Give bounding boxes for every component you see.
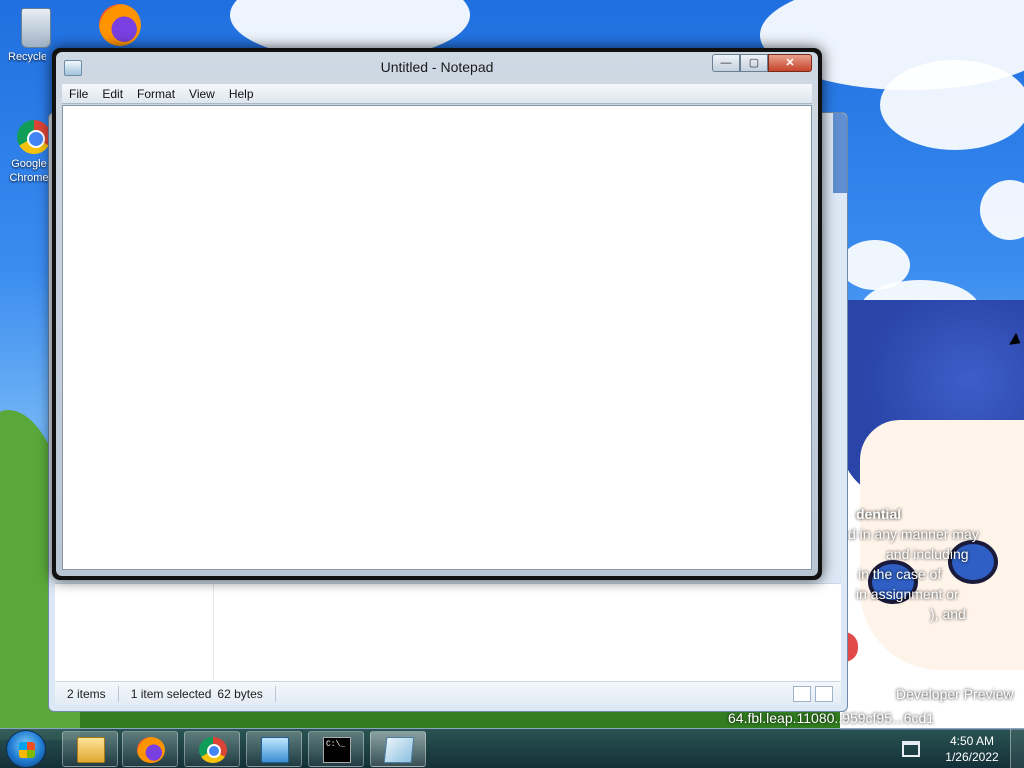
window-title: Untitled - Notepad <box>380 59 494 75</box>
clock-time: 4:50 AM <box>949 734 995 748</box>
menu-help[interactable]: Help <box>222 84 261 104</box>
taskbar-notepad-button[interactable] <box>370 731 426 767</box>
text-editor-area[interactable] <box>62 105 812 570</box>
menu-file[interactable]: File <box>62 84 95 104</box>
chrome-icon <box>17 120 51 154</box>
notepad-icon <box>383 737 415 763</box>
status-selection: 1 item selected <box>130 686 212 701</box>
wallpaper-text-line: Developer Preview <box>896 686 1014 702</box>
taskbar-firefox-button[interactable] <box>122 731 178 767</box>
menu-bar: File Edit Format View Help <box>62 84 812 104</box>
details-view-icon[interactable] <box>793 686 811 702</box>
maximize-button[interactable]: ▢ <box>740 54 768 72</box>
folder-icon <box>77 737 105 763</box>
recycle-bin-icon <box>21 8 51 48</box>
status-item-count: 2 items <box>55 685 119 702</box>
firefox-icon <box>99 4 141 46</box>
taskbar-cmd-button[interactable]: C:\_ <box>308 731 364 767</box>
clock[interactable]: 4:50 AM 1/26/2022 <box>934 733 1010 765</box>
show-desktop-button[interactable] <box>1010 729 1024 768</box>
close-button[interactable]: ✕ <box>768 54 812 72</box>
taskbar-chrome-button[interactable] <box>184 731 240 767</box>
taskbar-explorer-button[interactable] <box>62 731 118 767</box>
desktop-icon-label: Google Chrome <box>9 158 49 184</box>
wallpaper-text-line: ), and <box>930 606 966 622</box>
notepad-window[interactable]: Untitled - Notepad — ▢ ✕ File Edit Forma… <box>52 48 822 580</box>
installer-icon <box>261 737 289 763</box>
wallpaper-text-line: dential <box>856 506 902 522</box>
status-size: 62 bytes <box>215 685 276 702</box>
desktop-icon-firefox[interactable] <box>92 4 148 49</box>
wallpaper-text-line: and including <box>886 546 969 562</box>
notepad-title-bar[interactable]: Untitled - Notepad — ▢ ✕ <box>56 52 818 82</box>
taskbar: C:\_ 4:50 AM 1/26/2022 <box>0 728 1024 768</box>
wallpaper-text-line: in the case of <box>858 566 942 582</box>
menu-format[interactable]: Format <box>130 84 182 104</box>
wallpaper-text-line: 64.fbl.leap.11080..959cf95...6cd1 <box>728 710 935 726</box>
firefox-icon <box>137 737 165 763</box>
system-tray: 4:50 AM 1/26/2022 <box>902 729 1024 768</box>
explorer-status-bar: 2 items 1 item selected 62 bytes <box>55 681 841 705</box>
desktop-icon-label: Recycle Bin <box>8 51 46 63</box>
menu-view[interactable]: View <box>182 84 222 104</box>
menu-edit[interactable]: Edit <box>95 84 130 104</box>
text-editor[interactable] <box>63 106 811 569</box>
chrome-icon <box>199 737 227 763</box>
minimize-button[interactable]: — <box>712 54 740 72</box>
wallpaper-text-line: d in any manner may <box>848 526 979 542</box>
clock-date: 1/26/2022 <box>945 750 999 764</box>
explorer-file-area[interactable] <box>55 583 841 683</box>
wallpaper-text-line: in assignment or <box>856 586 959 602</box>
preview-view-icon[interactable] <box>815 686 833 702</box>
cmd-icon: C:\_ <box>323 737 351 763</box>
taskbar-installer-button[interactable] <box>246 731 302 767</box>
network-icon[interactable] <box>902 741 920 757</box>
start-button[interactable] <box>6 730 46 768</box>
